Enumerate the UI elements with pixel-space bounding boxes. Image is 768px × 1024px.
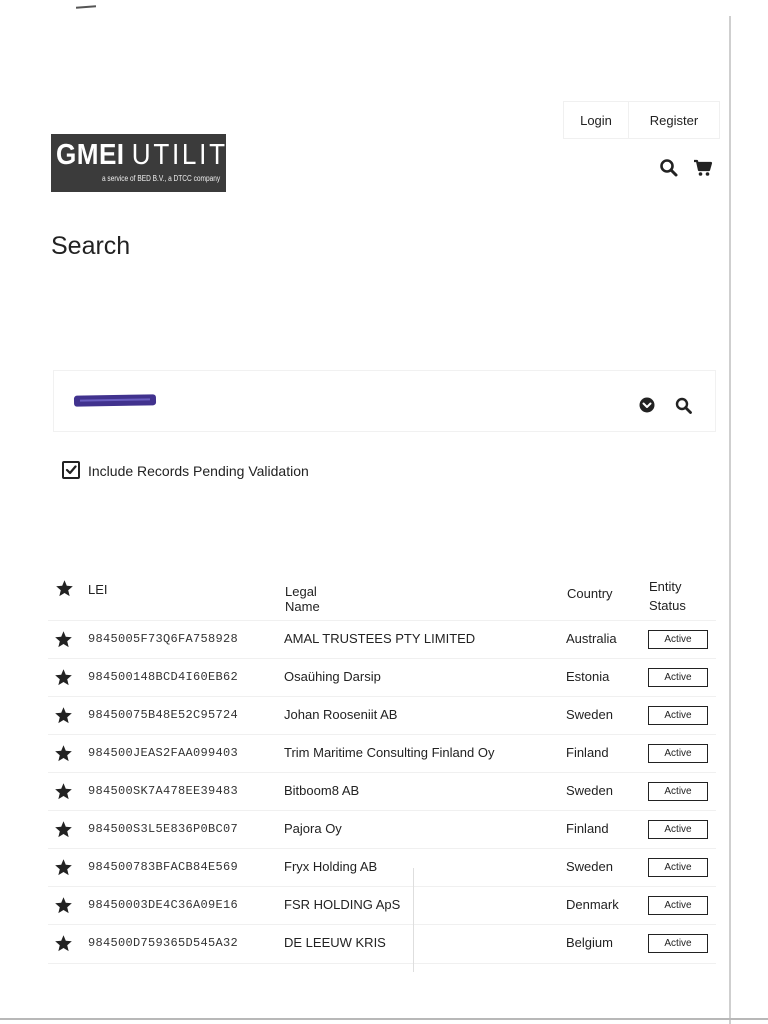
checkmark-icon [65, 465, 77, 475]
lei-cell[interactable]: 984500JEAS2FAA099403 [88, 746, 238, 760]
country-cell: Sweden [566, 707, 613, 722]
lei-cell[interactable]: 984500D759365D545A32 [88, 936, 238, 950]
country-cell: Estonia [566, 669, 610, 684]
table-row[interactable]: 984500783BFACB84E569 Fryx Holding AB Swede… [48, 848, 716, 887]
page-title: Search [51, 232, 131, 260]
legal-name-cell[interactable]: FSR HOLDING ApS [284, 897, 400, 912]
login-link[interactable]: Login [563, 101, 629, 139]
star-header-icon [55, 579, 74, 598]
status-badge: Active [648, 782, 708, 801]
scan-artifact-line [413, 868, 414, 972]
status-badge: Active [648, 630, 708, 649]
legal-name-cell[interactable]: Trim Maritime Consulting Finland Oy [284, 745, 494, 760]
legal-name-cell[interactable]: DE LEEUW KRIS [284, 935, 386, 950]
legal-name-column-header[interactable]: Legal Name [285, 584, 320, 614]
table-row[interactable]: 9845005F73Q6FA758928 AMAL TRUSTEES PTY LI… [48, 620, 716, 659]
star-icon[interactable] [54, 934, 73, 953]
table-row[interactable]: 984500JEAS2FAA099403 Trim Maritime Consul… [48, 734, 716, 773]
table-row[interactable]: 984500D759365D545A32 DE LEEUW KRIS Belgium… [48, 924, 716, 963]
country-cell: Finland [566, 745, 609, 760]
star-icon[interactable] [54, 706, 73, 725]
chevron-down-circle-icon[interactable] [639, 397, 655, 413]
status-badge: Active [648, 934, 708, 953]
country-cell: Sweden [566, 783, 613, 798]
logo-wordmark-light: UTILITY [131, 139, 248, 171]
star-icon[interactable] [54, 896, 73, 915]
search-icon[interactable] [659, 158, 679, 178]
register-label: Register [649, 112, 699, 128]
table-row[interactable]: 98450075B48E52C95724 Johan Rooseniit AB Sw… [48, 696, 716, 735]
country-cell: Sweden [566, 859, 613, 874]
lei-cell[interactable]: 9845005F73Q6FA758928 [88, 632, 238, 646]
status-badge: Active [648, 858, 708, 877]
legal-name-cell[interactable]: Fryx Holding AB [284, 859, 377, 874]
lei-cell[interactable]: 98450075B48E52C95724 [88, 708, 238, 722]
legal-name-cell[interactable]: Bitboom8 AB [284, 783, 359, 798]
country-column-header[interactable]: Country [567, 586, 613, 601]
search-icon[interactable] [675, 397, 693, 415]
country-cell: Australia [566, 631, 617, 646]
login-label: Login [580, 112, 612, 128]
star-icon[interactable] [54, 744, 73, 763]
table-row[interactable]: 984500148BCD4I60EB62 Osaühing Darsip Eston… [48, 658, 716, 697]
search-bar [53, 370, 716, 432]
star-icon[interactable] [54, 668, 73, 687]
legal-name-cell[interactable]: Johan Rooseniit AB [284, 707, 397, 722]
search-input[interactable] [73, 394, 157, 407]
scan-page-edge [0, 1018, 768, 1020]
lei-cell[interactable]: 984500783BFACB84E569 [88, 860, 238, 874]
star-icon[interactable] [54, 820, 73, 839]
legal-name-cell[interactable]: Osaühing Darsip [284, 669, 381, 684]
logo-wordmark: GMEI UTILITY [56, 139, 248, 171]
cart-icon[interactable] [693, 158, 713, 178]
entity-status-column-header[interactable]: Entity Status [649, 577, 686, 615]
star-icon[interactable] [54, 858, 73, 877]
star-icon[interactable] [54, 630, 73, 649]
status-badge: Active [648, 896, 708, 915]
country-cell: Belgium [566, 935, 613, 950]
status-badge: Active [648, 744, 708, 763]
entity-status-header-line2: Status [649, 598, 686, 613]
country-cell: Finland [566, 821, 609, 836]
status-badge: Active [648, 706, 708, 725]
gmei-utility-logo[interactable]: GMEI UTILITY a service of BED B.V., a DT… [51, 134, 245, 192]
legal-name-cell[interactable]: AMAL TRUSTEES PTY LIMITED [284, 631, 475, 646]
scan-artifact [75, 5, 97, 9]
entity-status-header-line1: Entity [649, 579, 682, 594]
logo-wordmark-bold: GMEI [56, 139, 125, 171]
table-bottom-border [48, 963, 716, 964]
legal-name-cell[interactable]: Pajora Oy [284, 821, 342, 836]
scan-page-edge [729, 16, 731, 1024]
include-pending-label: Include Records Pending Validation [88, 463, 309, 479]
lei-cell[interactable]: 984500SK7A478EE39483 [88, 784, 238, 798]
logo-tagline: a service of BED B.V., a DTCC company [101, 174, 220, 183]
status-badge: Active [648, 820, 708, 839]
include-pending-checkbox[interactable] [62, 461, 80, 479]
table-row[interactable]: 984500SK7A478EE39483 Bitboom8 AB Sweden Act… [48, 772, 716, 811]
country-cell: Denmark [566, 897, 619, 912]
lei-cell[interactable]: 98450003DE4C36A09E16 [88, 898, 238, 912]
lei-column-header[interactable]: LEI [88, 582, 108, 597]
register-link[interactable]: Register [628, 101, 720, 139]
table-row[interactable]: 98450003DE4C36A09E16 FSR HOLDING ApS Denma… [48, 886, 716, 925]
table-row[interactable]: 984500S3L5E836P0BC07 Pajora Oy Finland Acti… [48, 810, 716, 849]
star-icon[interactable] [54, 782, 73, 801]
lei-cell[interactable]: 984500S3L5E836P0BC07 [88, 822, 238, 836]
lei-cell[interactable]: 984500148BCD4I60EB62 [88, 670, 238, 684]
status-badge: Active [648, 668, 708, 687]
